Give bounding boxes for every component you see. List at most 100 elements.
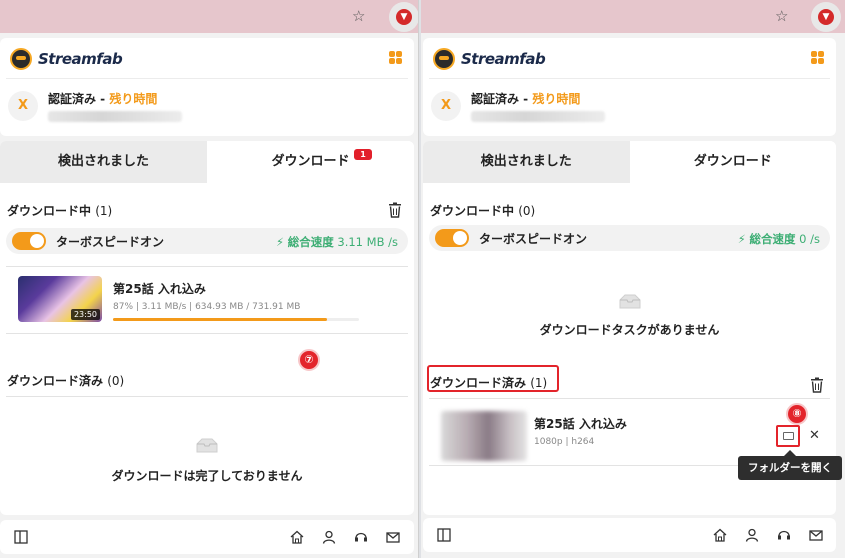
footer-bar (0, 520, 414, 554)
downloaded-title: ダウンロード済み (7, 374, 104, 388)
tab-download[interactable]: ダウンロード (207, 141, 414, 183)
avatar[interactable]: X (8, 91, 38, 121)
downloading-empty-text: ダウンロードタスクがありません (539, 323, 720, 337)
video-duration: 23:50 (70, 309, 100, 320)
home-icon[interactable] (290, 530, 304, 544)
streamfab-logo-icon (433, 48, 455, 70)
browser-toolbar: ☆ ▼ (421, 0, 845, 33)
footer-bar (423, 518, 836, 552)
grid-menu-icon[interactable] (811, 51, 824, 64)
downloaded-empty-text: ダウンロードは完了しておりません (111, 469, 303, 483)
bolt-icon: ⚡ (276, 235, 285, 249)
turbo-speed-bar: ターボスピードオン ⚡ 総合速度 0 /s (429, 225, 830, 251)
grid-menu-icon[interactable] (389, 51, 402, 64)
streamfab-logo: Streamfab (10, 46, 123, 72)
download-manager-card: 検出されました ダウンロード ダウンロード中 (0) ターボスピードオン ⚡ 総… (423, 141, 842, 515)
total-speed-label: 総合速度 (287, 235, 334, 249)
download-progress-bar (113, 318, 359, 321)
video-thumbnail (441, 411, 527, 461)
user-icon[interactable] (322, 530, 336, 544)
auth-remaining-label: 残り時間 (532, 92, 581, 106)
tab-detected[interactable]: 検出されました (423, 141, 630, 183)
divider (6, 333, 408, 334)
download-manager-card: 検出されました ダウンロード 1 ダウンロード中 (1) ターボスピードオン ⚡… (0, 141, 414, 515)
browser-toolbar: ☆ ▼ (0, 0, 418, 33)
open-folder-tooltip: フォルダーを開く (738, 450, 842, 480)
downloading-section-title: ダウンロード中 (1) (7, 202, 112, 219)
downloaded-title: ダウンロード済み (430, 376, 527, 390)
downloading-count: (0) (518, 204, 536, 218)
headset-icon[interactable] (354, 530, 368, 544)
downloaded-item-title: 第25話 入れ込み (534, 417, 627, 431)
blurred-account-email (48, 111, 182, 122)
empty-box-icon (196, 438, 218, 453)
total-speed-label: 総合速度 (749, 232, 796, 246)
downloaded-count: (1) (530, 376, 548, 390)
extension-download-icon: ▼ (396, 9, 412, 25)
bolt-icon: ⚡ (737, 232, 746, 246)
logo-text: Streamfab (38, 50, 123, 68)
downloading-title: ダウンロード中 (430, 204, 515, 218)
star-icon[interactable]: ☆ (775, 7, 788, 25)
divider (429, 398, 830, 399)
download-item-meta: 87% | 3.11 MB/s | 634.93 MB / 731.91 MB (113, 302, 301, 312)
folder-icon (783, 432, 794, 440)
total-speed-value: 3.11 MB /s (337, 235, 398, 249)
mail-icon[interactable] (386, 530, 400, 544)
trash-icon[interactable] (388, 202, 402, 218)
sidebar-icon[interactable] (437, 528, 451, 542)
downloaded-item-meta: 1080p | h264 (534, 437, 595, 447)
turbo-speed-toggle[interactable] (435, 229, 469, 247)
streamfab-logo: Streamfab (433, 46, 546, 72)
right-extension-panel: ☆ ▼ Streamfab X 認証済み - 残り時間 検出されました ダウンロ… (421, 0, 845, 558)
auth-status: 認証済み - 残り時間 (48, 90, 157, 107)
total-speed: ⚡ 総合速度 3.11 MB /s (276, 234, 398, 250)
divider (6, 396, 408, 397)
downloading-count: (1) (95, 204, 113, 218)
user-icon[interactable] (745, 528, 759, 542)
star-icon[interactable]: ☆ (352, 7, 365, 25)
streamfab-logo-icon (10, 48, 32, 70)
logo-text: Streamfab (461, 50, 546, 68)
auth-status-label: 認証済み - (48, 92, 106, 106)
auth-remaining-label: 残り時間 (109, 92, 158, 106)
trash-icon[interactable] (810, 377, 824, 393)
blurred-account-email (471, 111, 605, 122)
left-extension-panel: ☆ ▼ Streamfab X 認証済み - 残り時間 検出されました ダウンロ… (0, 0, 419, 558)
tab-download-label: ダウンロード (271, 154, 350, 169)
downloaded-section-title: ダウンロード済み (0) (7, 372, 124, 389)
extension-button[interactable]: ▼ (389, 2, 418, 32)
extension-button[interactable]: ▼ (811, 2, 841, 32)
avatar[interactable]: X (431, 91, 461, 121)
total-speed-value: 0 /s (799, 232, 820, 246)
empty-box-icon (619, 294, 641, 309)
headset-icon[interactable] (777, 528, 791, 542)
mail-icon[interactable] (809, 528, 823, 542)
tab-download[interactable]: ダウンロード (629, 141, 836, 183)
turbo-speed-label: ターボスピードオン (479, 232, 588, 246)
downloaded-section-title: ダウンロード済み (1) (430, 374, 547, 391)
account-header: Streamfab X 認証済み - 残り時間 (423, 38, 836, 136)
auth-status-label: 認証済み - (471, 92, 529, 106)
downloading-section-title: ダウンロード中 (0) (430, 202, 535, 219)
divider (429, 78, 830, 79)
download-item-title: 第25話 入れ込み (113, 282, 206, 296)
home-icon[interactable] (713, 528, 727, 542)
downloaded-count: (0) (107, 374, 125, 388)
sidebar-icon[interactable] (14, 530, 28, 544)
turbo-speed-toggle[interactable] (12, 232, 46, 250)
turbo-speed-bar: ターボスピードオン ⚡ 総合速度 3.11 MB /s (6, 228, 408, 254)
remove-item-button[interactable]: ✕ (809, 429, 820, 443)
download-progress-fill (113, 318, 328, 321)
auth-status: 認証済み - 残り時間 (471, 90, 580, 107)
account-header: Streamfab X 認証済み - 残り時間 (0, 38, 414, 136)
download-count-badge: 1 (354, 149, 372, 160)
divider (6, 266, 408, 267)
downloading-title: ダウンロード中 (7, 204, 92, 218)
turbo-speed-label: ターボスピードオン (56, 235, 165, 249)
open-folder-button[interactable] (776, 425, 800, 447)
tab-detected[interactable]: 検出されました (0, 141, 207, 183)
extension-download-icon: ▼ (818, 9, 834, 25)
video-thumbnail: 23:50 (18, 276, 102, 322)
total-speed: ⚡ 総合速度 0 /s (738, 231, 820, 247)
